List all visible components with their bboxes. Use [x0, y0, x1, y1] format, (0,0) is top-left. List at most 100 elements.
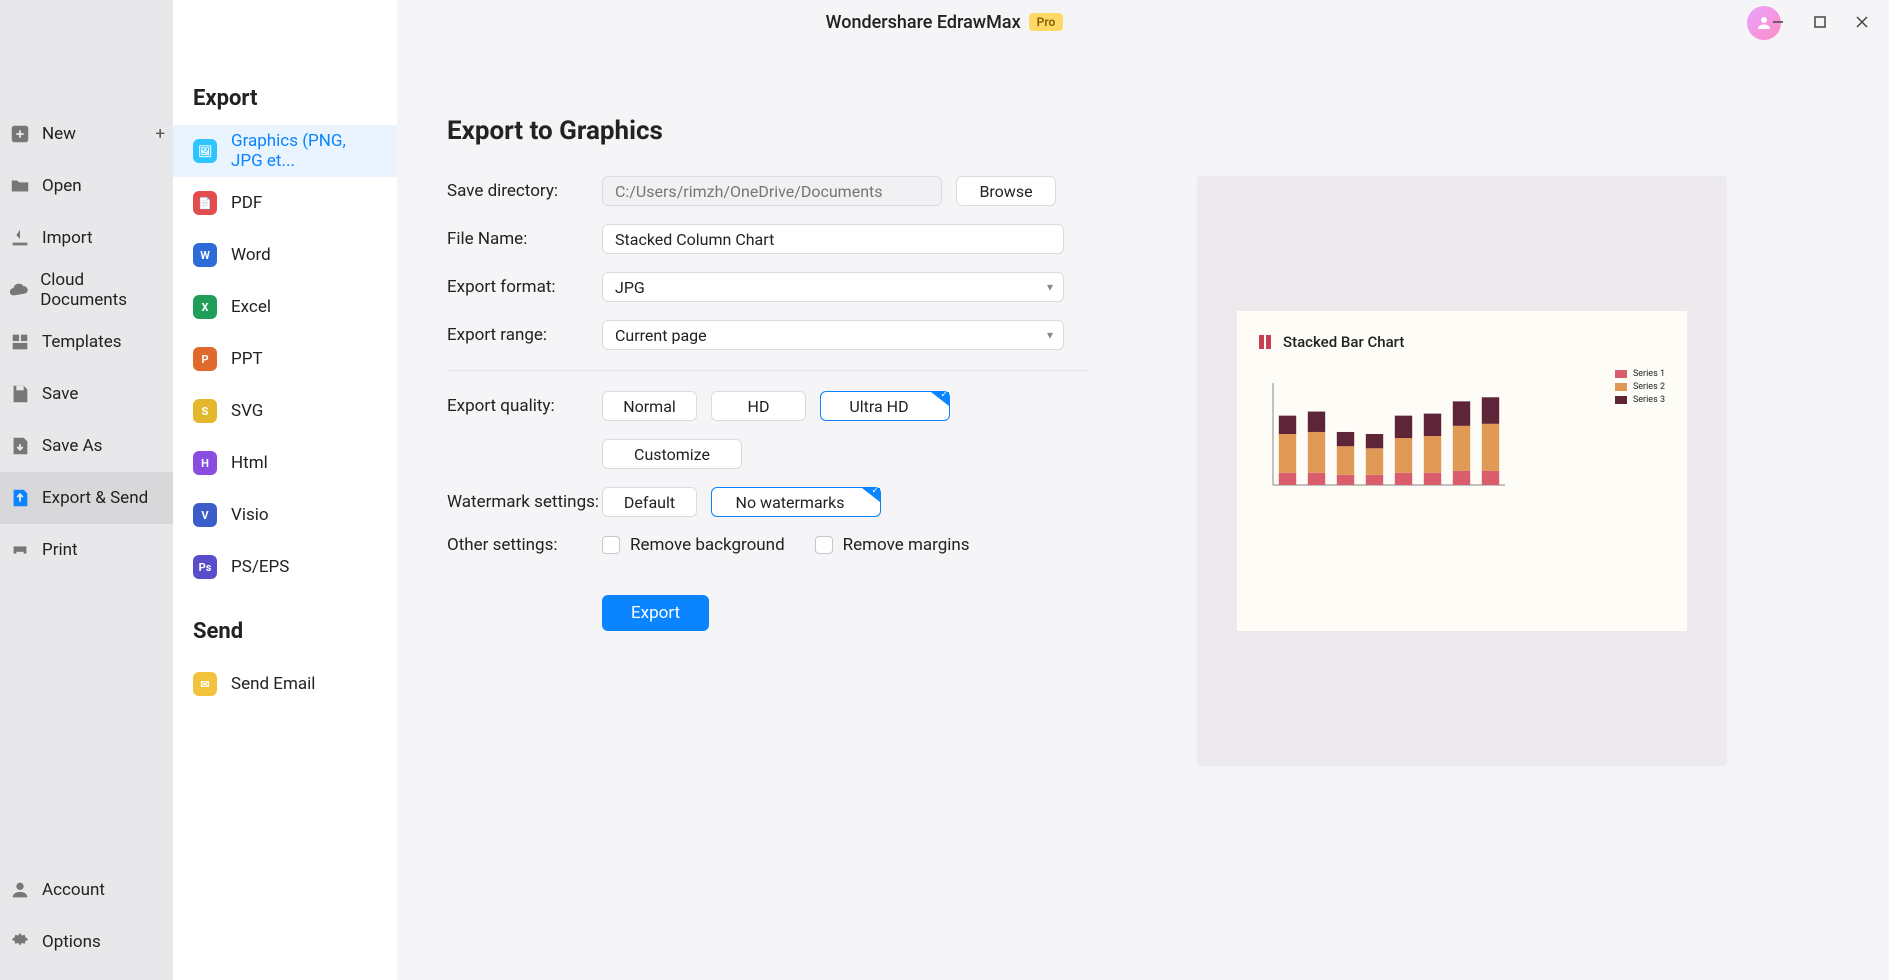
chart-icon [1259, 335, 1273, 349]
saveas-icon [8, 434, 32, 458]
excel-icon: X [193, 295, 217, 319]
export-item-ppt[interactable]: P PPT [173, 333, 397, 385]
remove-background-checkbox[interactable]: Remove background [602, 535, 785, 555]
nav-label: Save [42, 384, 78, 404]
nav-item-save[interactable]: Save [0, 368, 173, 420]
word-icon: W [193, 243, 217, 267]
pro-badge: Pro [1029, 13, 1064, 31]
nav-item-print[interactable]: Print [0, 524, 173, 576]
graphics-icon: 🖼 [193, 139, 217, 163]
send-section-title: Send [173, 619, 397, 658]
chart-legend: Series 1 Series 2 Series 3 [1615, 369, 1665, 499]
export-section-title: Export [173, 86, 397, 125]
folder-icon [8, 174, 32, 198]
label-watermark: Watermark settings: [447, 492, 602, 512]
save-directory-input[interactable] [602, 176, 942, 206]
export-format-select[interactable]: JPG [602, 272, 1064, 302]
save-icon [8, 382, 32, 406]
visio-icon: V [193, 503, 217, 527]
minimize-button[interactable] [1769, 13, 1787, 31]
nav-item-saveas[interactable]: Save As [0, 420, 173, 472]
export-item-pdf[interactable]: 📄 PDF [173, 177, 397, 229]
close-button[interactable] [1853, 13, 1871, 31]
export-icon [8, 486, 32, 510]
download-icon [8, 226, 32, 250]
nav-label: Templates [42, 332, 122, 352]
label-export-range: Export range: [447, 325, 602, 345]
ps-icon: Ps [193, 555, 217, 579]
preview-title: Stacked Bar Chart [1259, 333, 1665, 351]
export-item-label: SVG [231, 401, 263, 421]
nav-label: Open [42, 176, 82, 196]
legend-swatch-3 [1615, 396, 1627, 404]
preview-document: Stacked Bar Chart Series 1 Series 2 Seri… [1237, 311, 1687, 631]
export-item-label: Send Email [231, 674, 315, 694]
ppt-icon: P [193, 347, 217, 371]
nav-item-open[interactable]: Open [0, 160, 173, 212]
gear-icon [8, 930, 32, 954]
preview-panel: Stacked Bar Chart Series 1 Series 2 Seri… [1197, 176, 1727, 766]
nav-sidebar: New + Open Import Cloud Documents Templa… [0, 0, 173, 980]
nav-label: Account [42, 880, 105, 900]
nav-label: New [42, 124, 76, 144]
export-item-svg[interactable]: S SVG [173, 385, 397, 437]
account-icon [8, 878, 32, 902]
export-item-ps[interactable]: Ps PS/EPS [173, 541, 397, 593]
chart-area: Series 1 Series 2 Series 3 [1259, 369, 1665, 499]
nav-item-import[interactable]: Import [0, 212, 173, 264]
remove-margins-checkbox[interactable]: Remove margins [815, 535, 970, 555]
export-item-graphics[interactable]: 🖼 Graphics (PNG, JPG et... [173, 125, 397, 177]
export-button[interactable]: Export [602, 595, 709, 631]
export-form: Save directory: Browse File Name: Export… [447, 176, 1087, 766]
chevron-down-icon [862, 488, 880, 502]
file-name-input[interactable] [602, 224, 1064, 254]
export-item-visio[interactable]: V Visio [173, 489, 397, 541]
nav-item-cloud[interactable]: Cloud Documents [0, 264, 173, 316]
export-item-label: PPT [231, 349, 263, 369]
export-sidebar: Export 🖼 Graphics (PNG, JPG et... 📄 PDF … [173, 0, 397, 980]
export-item-send-email[interactable]: ✉ Send Email [173, 658, 397, 710]
maximize-button[interactable] [1811, 13, 1829, 31]
print-icon [8, 538, 32, 562]
nav-item-export-send[interactable]: Export & Send [0, 472, 173, 524]
export-item-label: Excel [231, 297, 271, 317]
nav-bottom: Account Options [0, 864, 173, 968]
nav-label: Save As [42, 436, 102, 456]
export-item-html[interactable]: H Html [173, 437, 397, 489]
export-item-label: PS/EPS [231, 557, 289, 577]
main-content: Export to Graphics Save directory: Brows… [397, 60, 1869, 980]
nav-item-templates[interactable]: Templates [0, 316, 173, 368]
nav-item-account[interactable]: Account [0, 864, 173, 916]
svg-icon: S [193, 399, 217, 423]
export-item-label: Visio [231, 505, 269, 525]
export-item-excel[interactable]: X Excel [173, 281, 397, 333]
nav-label: Print [42, 540, 78, 560]
plus-icon[interactable]: + [155, 124, 165, 144]
html-icon: H [193, 451, 217, 475]
label-other: Other settings: [447, 535, 602, 555]
export-item-label: PDF [231, 193, 262, 213]
export-item-word[interactable]: W Word [173, 229, 397, 281]
export-range-select[interactable]: Current page [602, 320, 1064, 350]
label-export-quality: Export quality: [447, 396, 602, 416]
nav-item-options[interactable]: Options [0, 916, 173, 968]
app-title: Wondershare EdrawMax Pro [826, 12, 1064, 33]
window-controls [1769, 0, 1871, 44]
export-item-label: Html [231, 453, 268, 473]
label-save-dir: Save directory: [447, 181, 602, 201]
nav-item-new[interactable]: New + [0, 108, 173, 160]
templates-icon [8, 330, 32, 354]
browse-button[interactable]: Browse [956, 176, 1056, 206]
watermark-default-button[interactable]: Default [602, 487, 697, 517]
export-item-label: Graphics (PNG, JPG et... [231, 131, 377, 171]
cloud-icon [8, 278, 30, 302]
customize-button[interactable]: Customize [602, 439, 742, 469]
quality-hd-button[interactable]: HD [711, 391, 806, 421]
watermark-none-button[interactable]: No watermarks [711, 487, 881, 517]
nav-label: Options [42, 932, 101, 952]
legend-swatch-2 [1615, 383, 1627, 391]
page-title: Export to Graphics [447, 116, 1819, 146]
nav-label: Import [42, 228, 93, 248]
quality-normal-button[interactable]: Normal [602, 391, 697, 421]
quality-ultrahd-button[interactable]: Ultra HD [820, 391, 950, 421]
